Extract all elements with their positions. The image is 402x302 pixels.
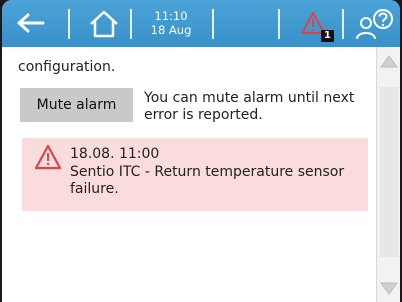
- mute-description: You can mute alarm until next error is r…: [144, 90, 355, 123]
- content-area: configuration. Mute alarm You can mute a…: [2, 47, 376, 302]
- date-text: 18 Aug: [150, 23, 192, 37]
- alarm-count-badge: 1: [321, 30, 334, 42]
- datetime-display: 11:10 18 Aug: [140, 9, 202, 37]
- scrollbar[interactable]: [376, 47, 400, 302]
- scroll-down-icon[interactable]: [380, 281, 398, 300]
- mute-alarm-button[interactable]: Mute alarm: [20, 88, 133, 122]
- separator: [278, 9, 280, 39]
- alarm-timestamp: 18.08. 11:00: [70, 146, 160, 162]
- separator: [212, 9, 214, 39]
- back-arrow-icon[interactable]: [16, 12, 46, 38]
- separator: [130, 9, 132, 39]
- scroll-thumb[interactable]: [380, 87, 398, 257]
- separator: [68, 9, 70, 39]
- configuration-text: configuration.: [18, 59, 116, 75]
- scroll-up-icon[interactable]: [380, 53, 398, 72]
- separator: [342, 9, 344, 39]
- top-navigation-bar: 11:10 18 Aug 1: [2, 0, 400, 47]
- device-screen: 11:10 18 Aug 1 configuration. Mute alarm…: [2, 0, 400, 302]
- time-text: 11:10: [154, 9, 188, 23]
- alarm-entry: 18.08. 11:00 Sentio ITC - Return tempera…: [22, 138, 368, 211]
- user-help-icon[interactable]: [356, 9, 396, 45]
- alarm-message: Sentio ITC - Return temperature sensor f…: [70, 164, 345, 197]
- alarm-warning-icon: [34, 144, 62, 174]
- home-icon[interactable]: [88, 9, 120, 43]
